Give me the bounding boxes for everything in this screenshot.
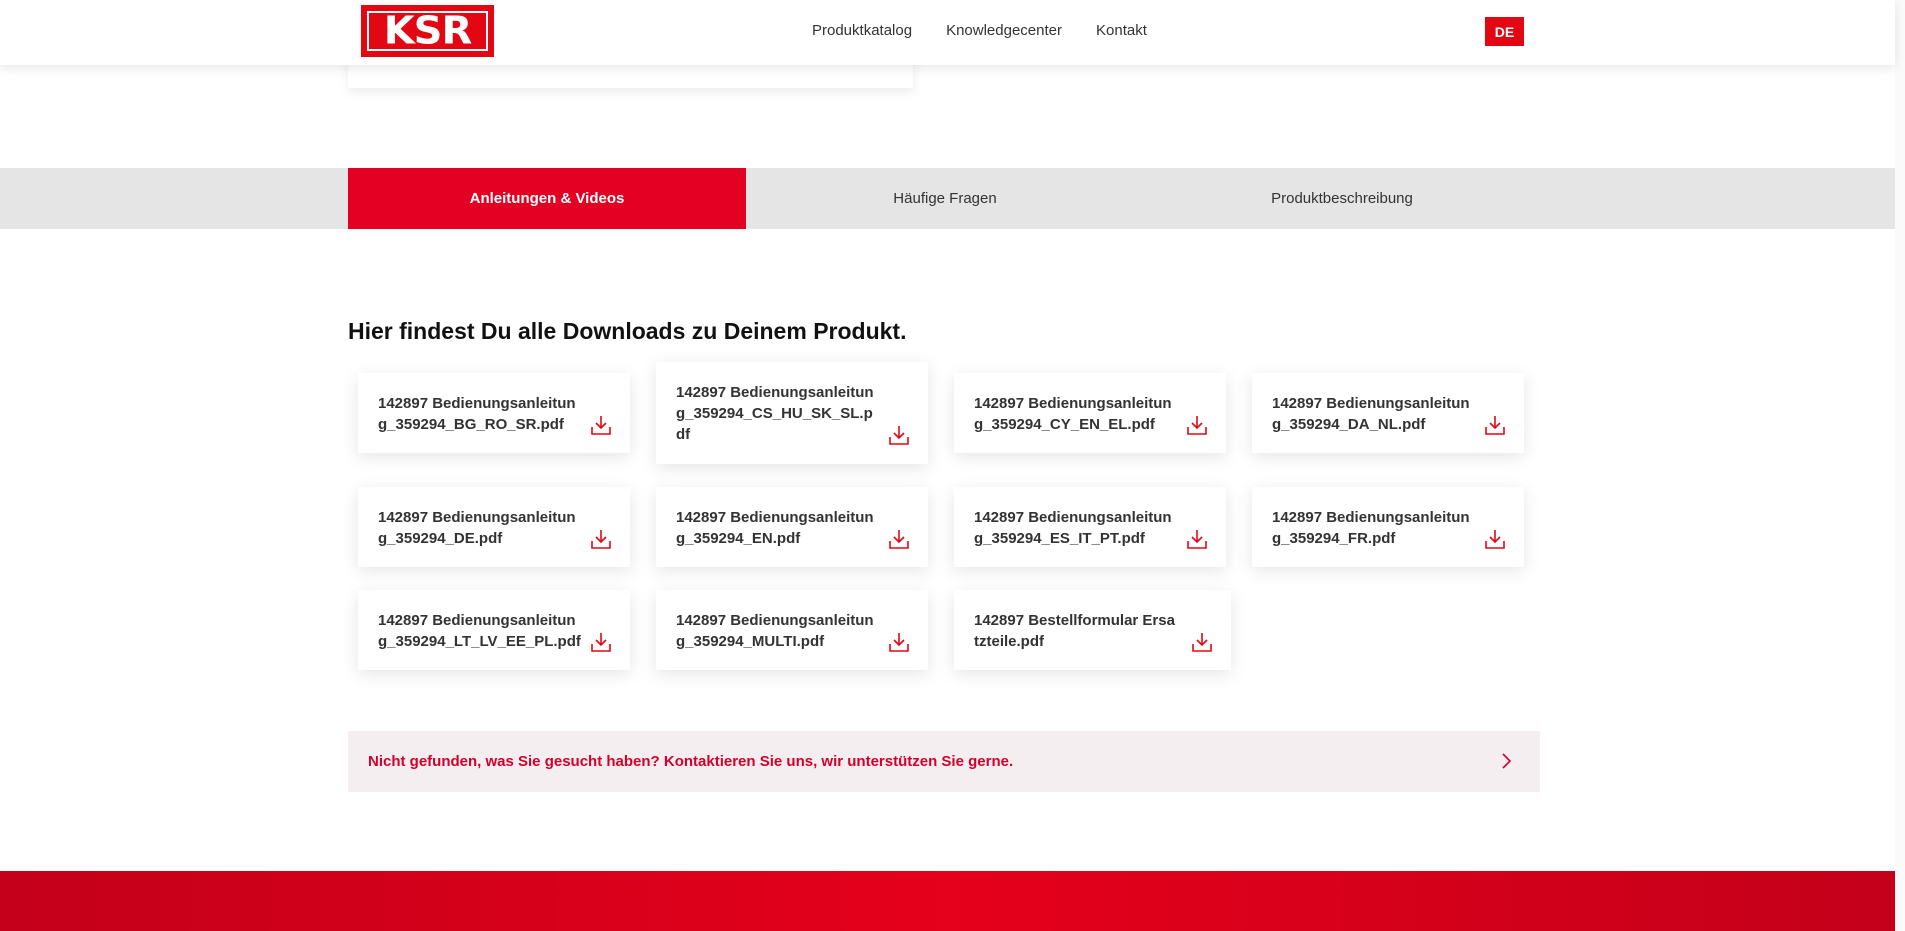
- download-icon[interactable]: [590, 414, 612, 436]
- download-icon[interactable]: [590, 631, 612, 653]
- download-filename: 142897 Bestellformular Ersatzteile.pdf: [974, 612, 1175, 650]
- logo-frame: KSR: [367, 11, 488, 51]
- download-icon[interactable]: [888, 424, 910, 446]
- download-icon[interactable]: [888, 631, 910, 653]
- downloads-heading: Hier findest Du alle Downloads zu Deinem…: [348, 318, 907, 344]
- download-card[interactable]: 142897 Bedienungsanleitung_359294_FR.pdf: [1252, 487, 1524, 567]
- tab-haeufige-fragen[interactable]: Häufige Fragen: [746, 168, 1144, 229]
- tab-anleitungen-videos[interactable]: Anleitungen & Videos: [348, 168, 746, 229]
- download-filename: 142897 Bedienungsanleitung_359294_MULTI.…: [676, 612, 874, 650]
- contact-banner[interactable]: Nicht gefunden, was Sie gesucht haben? K…: [348, 731, 1540, 792]
- download-card[interactable]: 142897 Bedienungsanleitung_359294_DE.pdf: [358, 487, 630, 567]
- download-icon[interactable]: [1186, 528, 1208, 550]
- footer-band: [0, 871, 1895, 931]
- download-icon[interactable]: [888, 528, 910, 550]
- language-button[interactable]: DE: [1485, 17, 1524, 46]
- scrollbar-track[interactable]: [1895, 0, 1905, 931]
- download-card[interactable]: 142897 Bedienungsanleitung_359294_BG_RO_…: [358, 373, 630, 453]
- download-card[interactable]: 142897 Bedienungsanleitung_359294_EN.pdf: [656, 487, 928, 567]
- download-card[interactable]: 142897 Bedienungsanleitung_359294_LT_LV_…: [358, 590, 630, 670]
- download-card[interactable]: 142897 Bedienungsanleitung_359294_CY_EN_…: [954, 373, 1226, 453]
- nav-produktkatalog[interactable]: Produktkatalog: [812, 22, 912, 39]
- download-icon[interactable]: [590, 528, 612, 550]
- download-filename: 142897 Bedienungsanleitung_359294_DE.pdf: [378, 509, 576, 547]
- download-filename: 142897 Bedienungsanleitung_359294_CY_EN_…: [974, 395, 1172, 433]
- download-icon[interactable]: [1484, 528, 1506, 550]
- download-filename: 142897 Bedienungsanleitung_359294_LT_LV_…: [378, 612, 581, 650]
- logo-text: KSR: [383, 9, 473, 53]
- chevron-right-icon: [1502, 753, 1512, 769]
- download-filename: 142897 Bedienungsanleitung_359294_ES_IT_…: [974, 509, 1172, 547]
- download-card[interactable]: 142897 Bedienungsanleitung_359294_DA_NL.…: [1252, 373, 1524, 453]
- download-card[interactable]: 142897 Bedienungsanleitung_359294_CS_HU_…: [656, 362, 928, 464]
- download-filename: 142897 Bedienungsanleitung_359294_CS_HU_…: [676, 384, 874, 443]
- download-filename: 142897 Bedienungsanleitung_359294_EN.pdf: [676, 509, 874, 547]
- tab-bar: Anleitungen & Videos Häufige Fragen Prod…: [0, 168, 1895, 229]
- download-card[interactable]: 142897 Bedienungsanleitung_359294_ES_IT_…: [954, 487, 1226, 567]
- download-filename: 142897 Bedienungsanleitung_359294_FR.pdf: [1272, 509, 1470, 547]
- ksr-logo[interactable]: KSR: [361, 5, 494, 57]
- download-filename: 142897 Bedienungsanleitung_359294_BG_RO_…: [378, 395, 576, 433]
- download-card[interactable]: 142897 Bedienungsanleitung_359294_MULTI.…: [656, 590, 928, 670]
- contact-text: Nicht gefunden, was Sie gesucht haben? K…: [368, 753, 1014, 770]
- nav-kontakt[interactable]: Kontakt: [1096, 22, 1147, 39]
- tab-produktbeschreibung[interactable]: Produktbeschreibung: [1143, 168, 1541, 229]
- nav-knowledgecenter[interactable]: Knowledgecenter: [946, 22, 1062, 39]
- main-nav: Produktkatalog Knowledgecenter Kontakt: [812, 22, 1147, 39]
- download-icon[interactable]: [1484, 414, 1506, 436]
- download-icon[interactable]: [1186, 414, 1208, 436]
- download-filename: 142897 Bedienungsanleitung_359294_DA_NL.…: [1272, 395, 1470, 433]
- download-card[interactable]: 142897 Bestellformular Ersatzteile.pdf: [954, 590, 1231, 670]
- download-icon[interactable]: [1191, 631, 1213, 653]
- site-header: KSR Produktkatalog Knowledgecenter Konta…: [0, 0, 1895, 65]
